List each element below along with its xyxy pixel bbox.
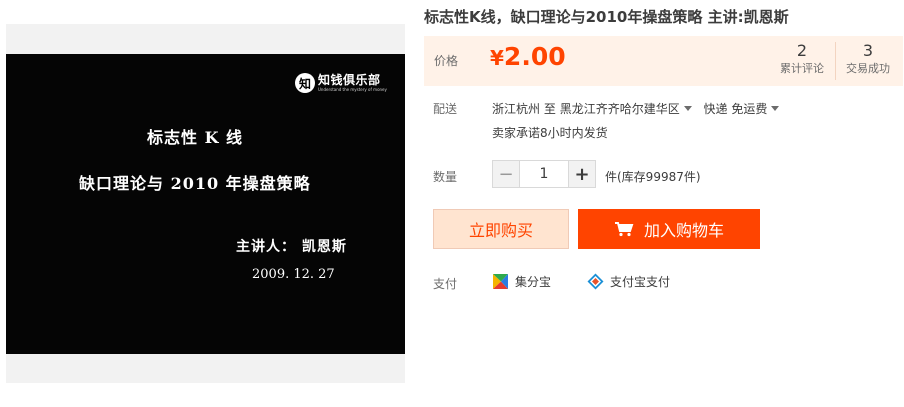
payment-label: 支付 <box>433 277 458 291</box>
logo-mark: 知 <box>295 73 315 93</box>
jifenbao-icon <box>493 274 508 289</box>
slide-date: 2009. 12. 27 <box>252 267 335 282</box>
ship-destination-select[interactable]: 黑龙江齐齐哈尔建华区 <box>560 102 700 116</box>
review-count-label: 累计评论 <box>780 62 824 75</box>
jifenbao-label: 集分宝 <box>515 275 552 289</box>
alipay-icon <box>587 273 604 290</box>
ship-destination: 黑龙江齐齐哈尔建华区 <box>559 102 680 116</box>
payment-method-alipay: 支付宝支付 <box>587 273 670 290</box>
logo-title: 知钱俱乐部 <box>318 72 381 87</box>
ship-to-word: 至 <box>543 102 556 116</box>
payment-method-jifenbao: 集分宝 <box>492 273 551 290</box>
price-value: ¥2.00 <box>490 42 566 71</box>
quantity-increase-button[interactable]: + <box>568 160 596 188</box>
sales-count-number: 3 <box>862 41 874 60</box>
chevron-down-icon <box>771 106 780 111</box>
sales-count-label: 交易成功 <box>846 62 890 75</box>
sales-count[interactable]: 3 交易成功 <box>836 41 900 77</box>
buy-now-button[interactable]: 立即购买 <box>433 209 569 249</box>
logo-tagline: Understand the mystery of money <box>318 86 387 92</box>
quantity-input[interactable]: 1 <box>520 160 568 188</box>
ship-method: 快递 免运费 <box>703 102 768 116</box>
price-amount: 2.00 <box>503 42 566 71</box>
shipping-label: 配送 <box>433 102 458 116</box>
brand-logo: 知 知钱俱乐部 Understand the mystery of money <box>295 73 387 93</box>
buy-now-label: 立即购买 <box>468 221 533 240</box>
delivery-promise: 卖家承诺8小时内发货 <box>492 126 608 140</box>
price-panel: 价格 ¥2.00 2 累计评论 3 交易成功 <box>424 36 903 86</box>
quantity-label: 数量 <box>433 170 458 184</box>
chevron-down-icon <box>683 106 692 111</box>
shipping-info: 浙江杭州 至 黑龙江齐齐哈尔建华区 快递 免运费 <box>492 100 787 117</box>
price-label: 价格 <box>434 54 459 68</box>
ship-from: 浙江杭州 <box>492 102 541 116</box>
product-image[interactable]: 知 知钱俱乐部 Understand the mystery of money … <box>6 54 405 354</box>
review-count-number: 2 <box>796 41 808 60</box>
slide-speaker: 主讲人： 凯恩斯 <box>236 239 347 255</box>
quantity-decrease-button[interactable]: − <box>492 160 520 188</box>
review-count[interactable]: 2 累计评论 <box>770 41 834 77</box>
stock-info: 件(库存99987件) <box>605 170 701 184</box>
ship-method-select[interactable]: 快递 免运费 <box>704 102 788 116</box>
add-to-cart-button[interactable]: 加入购物车 <box>578 209 760 249</box>
quantity-stepper: − 1 + <box>492 160 596 188</box>
currency-symbol: ¥ <box>490 46 504 70</box>
slide-subtitle: 缺口理论与 2010 年操盘策略 <box>79 174 311 193</box>
product-title: 标志性K线，缺口理论与2010年操盘策略 主讲:凯恩斯 <box>424 8 789 26</box>
slide-title: 标志性 K 线 <box>147 128 244 147</box>
alipay-label: 支付宝支付 <box>610 275 671 289</box>
cart-icon <box>614 222 634 237</box>
add-to-cart-label: 加入购物车 <box>643 221 724 240</box>
